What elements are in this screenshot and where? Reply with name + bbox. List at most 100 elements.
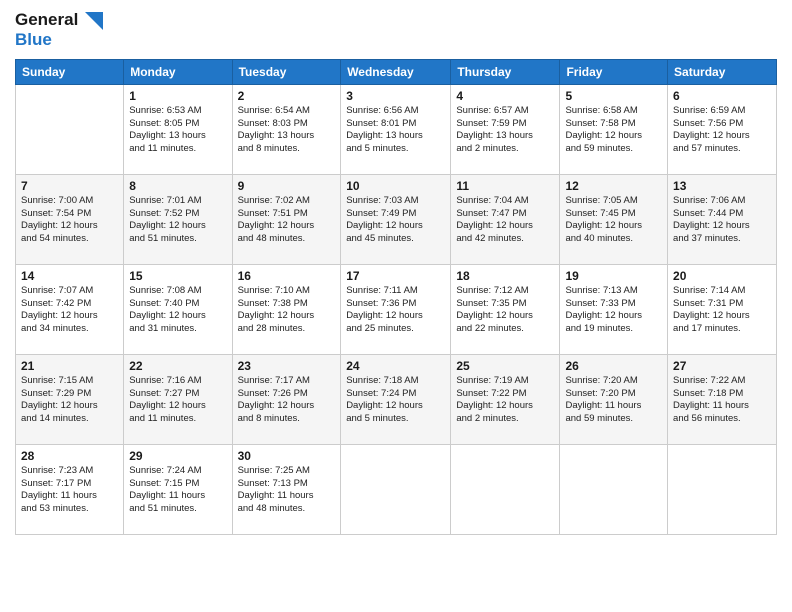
- day-header-thursday: Thursday: [451, 59, 560, 84]
- calendar-cell: [16, 84, 124, 174]
- logo-text: General Blue: [15, 10, 103, 51]
- calendar-cell: 28 Sunrise: 7:23 AMSunset: 7:17 PMDayligh…: [16, 444, 124, 534]
- cell-info: Sunrise: 7:10 AMSunset: 7:38 PMDaylight:…: [238, 285, 336, 336]
- cell-info: Sunrise: 6:53 AMSunset: 8:05 PMDaylight:…: [129, 105, 226, 156]
- cell-info: Sunrise: 7:14 AMSunset: 7:31 PMDaylight:…: [673, 285, 771, 336]
- cell-day-number: 4: [456, 89, 554, 103]
- cell-day-number: 13: [673, 179, 771, 193]
- cell-info: Sunrise: 6:57 AMSunset: 7:59 PMDaylight:…: [456, 105, 554, 156]
- cell-info: Sunrise: 7:24 AMSunset: 7:15 PMDaylight:…: [129, 465, 226, 516]
- calendar-cell: 6 Sunrise: 6:59 AMSunset: 7:56 PMDaylight…: [668, 84, 777, 174]
- cell-info: Sunrise: 6:56 AMSunset: 8:01 PMDaylight:…: [346, 105, 445, 156]
- cell-info: Sunrise: 6:54 AMSunset: 8:03 PMDaylight:…: [238, 105, 336, 156]
- calendar-cell: 7 Sunrise: 7:00 AMSunset: 7:54 PMDaylight…: [16, 174, 124, 264]
- calendar-cell: 18 Sunrise: 7:12 AMSunset: 7:35 PMDayligh…: [451, 264, 560, 354]
- cell-day-number: 23: [238, 359, 336, 373]
- calendar-cell: 5 Sunrise: 6:58 AMSunset: 7:58 PMDaylight…: [560, 84, 668, 174]
- cell-day-number: 3: [346, 89, 445, 103]
- day-header-wednesday: Wednesday: [341, 59, 451, 84]
- cell-info: Sunrise: 7:02 AMSunset: 7:51 PMDaylight:…: [238, 195, 336, 246]
- calendar-cell: 26Sunrise: 7:20 AMSunset: 7:20 PMDayligh…: [560, 354, 668, 444]
- cell-day-number: 6: [673, 89, 771, 103]
- cell-info: Sunrise: 7:16 AMSunset: 7:27 PMDaylight:…: [129, 375, 226, 426]
- calendar-header-row: SundayMondayTuesdayWednesdayThursdayFrid…: [16, 59, 777, 84]
- cell-day-number: 20: [673, 269, 771, 283]
- cell-day-number: 24: [346, 359, 445, 373]
- calendar-cell: [560, 444, 668, 534]
- cell-day-number: 14: [21, 269, 118, 283]
- cell-day-number: 26: [565, 359, 662, 373]
- day-header-tuesday: Tuesday: [232, 59, 341, 84]
- cell-info: Sunrise: 7:22 AMSunset: 7:18 PMDaylight:…: [673, 375, 771, 426]
- cell-day-number: 18: [456, 269, 554, 283]
- cell-info: Sunrise: 7:19 AMSunset: 7:22 PMDaylight:…: [456, 375, 554, 426]
- day-header-saturday: Saturday: [668, 59, 777, 84]
- calendar-cell: 9 Sunrise: 7:02 AMSunset: 7:51 PMDaylight…: [232, 174, 341, 264]
- cell-day-number: 11: [456, 179, 554, 193]
- cell-day-number: 5: [565, 89, 662, 103]
- calendar-cell: 11 Sunrise: 7:04 AMSunset: 7:47 PMDayligh…: [451, 174, 560, 264]
- calendar-cell: [668, 444, 777, 534]
- calendar-cell: 23 Sunrise: 7:17 AMSunset: 7:26 PMDayligh…: [232, 354, 341, 444]
- calendar-week-row: 21Sunrise: 7:15 AMSunset: 7:29 PMDayligh…: [16, 354, 777, 444]
- cell-day-number: 2: [238, 89, 336, 103]
- calendar-cell: 16 Sunrise: 7:10 AMSunset: 7:38 PMDayligh…: [232, 264, 341, 354]
- cell-info: Sunrise: 7:03 AMSunset: 7:49 PMDaylight:…: [346, 195, 445, 246]
- calendar-cell: 12Sunrise: 7:05 AMSunset: 7:45 PMDayligh…: [560, 174, 668, 264]
- calendar-cell: 10 Sunrise: 7:03 AMSunset: 7:49 PMDayligh…: [341, 174, 451, 264]
- cell-day-number: 27: [673, 359, 771, 373]
- calendar-cell: 8Sunrise: 7:01 AMSunset: 7:52 PMDaylight…: [124, 174, 232, 264]
- cell-day-number: 1: [129, 89, 226, 103]
- cell-day-number: 15: [129, 269, 226, 283]
- day-header-monday: Monday: [124, 59, 232, 84]
- calendar-cell: 13 Sunrise: 7:06 AMSunset: 7:44 PMDayligh…: [668, 174, 777, 264]
- calendar-cell: 21Sunrise: 7:15 AMSunset: 7:29 PMDayligh…: [16, 354, 124, 444]
- cell-info: Sunrise: 7:06 AMSunset: 7:44 PMDaylight:…: [673, 195, 771, 246]
- cell-info: Sunrise: 7:23 AMSunset: 7:17 PMDaylight:…: [21, 465, 118, 516]
- cell-day-number: 10: [346, 179, 445, 193]
- calendar-cell: 14Sunrise: 7:07 AMSunset: 7:42 PMDayligh…: [16, 264, 124, 354]
- cell-info: Sunrise: 7:13 AMSunset: 7:33 PMDaylight:…: [565, 285, 662, 336]
- cell-day-number: 28: [21, 449, 118, 463]
- cell-day-number: 9: [238, 179, 336, 193]
- cell-info: Sunrise: 6:58 AMSunset: 7:58 PMDaylight:…: [565, 105, 662, 156]
- cell-info: Sunrise: 6:59 AMSunset: 7:56 PMDaylight:…: [673, 105, 771, 156]
- header: General Blue: [15, 10, 777, 51]
- cell-info: Sunrise: 7:17 AMSunset: 7:26 PMDaylight:…: [238, 375, 336, 426]
- cell-info: Sunrise: 7:04 AMSunset: 7:47 PMDaylight:…: [456, 195, 554, 246]
- calendar-cell: 2 Sunrise: 6:54 AMSunset: 8:03 PMDaylight…: [232, 84, 341, 174]
- cell-info: Sunrise: 7:11 AMSunset: 7:36 PMDaylight:…: [346, 285, 445, 336]
- cell-day-number: 16: [238, 269, 336, 283]
- cell-info: Sunrise: 7:00 AMSunset: 7:54 PMDaylight:…: [21, 195, 118, 246]
- cell-day-number: 12: [565, 179, 662, 193]
- cell-info: Sunrise: 7:25 AMSunset: 7:13 PMDaylight:…: [238, 465, 336, 516]
- cell-day-number: 25: [456, 359, 554, 373]
- cell-day-number: 8: [129, 179, 226, 193]
- page: General Blue SundayMondayTuesdayWednesda…: [0, 0, 792, 612]
- calendar-week-row: 28 Sunrise: 7:23 AMSunset: 7:17 PMDayligh…: [16, 444, 777, 534]
- cell-day-number: 30: [238, 449, 336, 463]
- calendar-cell: 1 Sunrise: 6:53 AMSunset: 8:05 PMDaylight…: [124, 84, 232, 174]
- calendar-cell: 3 Sunrise: 6:56 AMSunset: 8:01 PMDaylight…: [341, 84, 451, 174]
- calendar-cell: 19 Sunrise: 7:13 AMSunset: 7:33 PMDayligh…: [560, 264, 668, 354]
- cell-day-number: 22: [129, 359, 226, 373]
- day-header-sunday: Sunday: [16, 59, 124, 84]
- calendar-cell: 25 Sunrise: 7:19 AMSunset: 7:22 PMDayligh…: [451, 354, 560, 444]
- calendar-cell: 15Sunrise: 7:08 AMSunset: 7:40 PMDayligh…: [124, 264, 232, 354]
- calendar-cell: [451, 444, 560, 534]
- calendar-week-row: 7 Sunrise: 7:00 AMSunset: 7:54 PMDaylight…: [16, 174, 777, 264]
- cell-day-number: 7: [21, 179, 118, 193]
- calendar-cell: 4 Sunrise: 6:57 AMSunset: 7:59 PMDaylight…: [451, 84, 560, 174]
- cell-info: Sunrise: 7:18 AMSunset: 7:24 PMDaylight:…: [346, 375, 445, 426]
- calendar-cell: 22 Sunrise: 7:16 AMSunset: 7:27 PMDayligh…: [124, 354, 232, 444]
- cell-day-number: 29: [129, 449, 226, 463]
- cell-info: Sunrise: 7:12 AMSunset: 7:35 PMDaylight:…: [456, 285, 554, 336]
- calendar-cell: 20 Sunrise: 7:14 AMSunset: 7:31 PMDayligh…: [668, 264, 777, 354]
- day-header-friday: Friday: [560, 59, 668, 84]
- calendar-cell: [341, 444, 451, 534]
- cell-day-number: 21: [21, 359, 118, 373]
- calendar-cell: 29 Sunrise: 7:24 AMSunset: 7:15 PMDayligh…: [124, 444, 232, 534]
- logo-triangle-icon: [85, 12, 103, 30]
- calendar-cell: 24 Sunrise: 7:18 AMSunset: 7:24 PMDayligh…: [341, 354, 451, 444]
- cell-day-number: 19: [565, 269, 662, 283]
